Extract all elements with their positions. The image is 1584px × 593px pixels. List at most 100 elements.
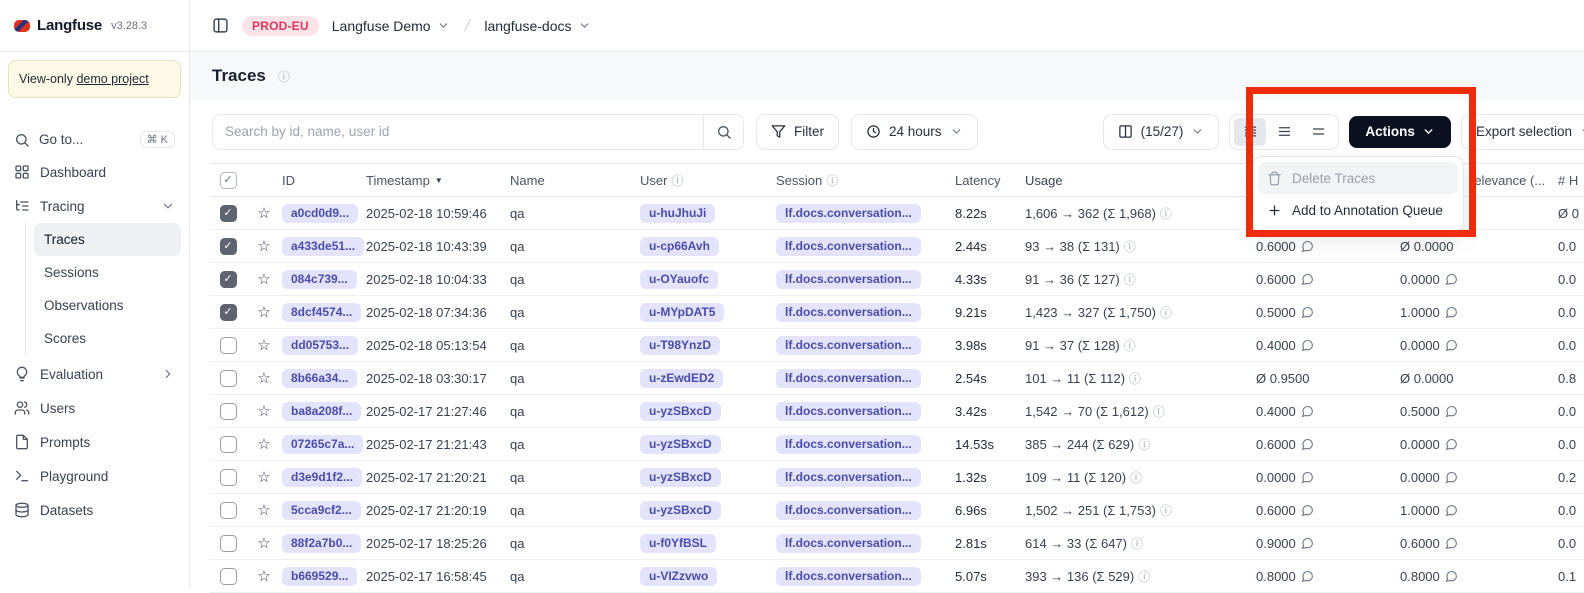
row-height-small-icon[interactable] <box>1234 118 1266 146</box>
table-row[interactable]: ✓ ☆ 084c739... 2025-02-18 10:04:33 qa u-… <box>210 263 1584 296</box>
project-switcher[interactable]: langfuse-docs <box>484 18 590 34</box>
row-height-medium-icon[interactable] <box>1268 118 1300 146</box>
star-icon[interactable]: ☆ <box>246 204 282 222</box>
user-badge[interactable]: u-yzSBxcD <box>640 435 721 454</box>
star-icon[interactable]: ☆ <box>246 336 282 354</box>
trace-id-badge[interactable]: 8dcf4574... <box>282 303 361 322</box>
table-row[interactable]: ✓ ☆ 88f2a7b0... 2025-02-17 18:25:26 qa u… <box>210 527 1584 560</box>
row-checkbox[interactable]: ✓ <box>220 403 237 420</box>
session-badge[interactable]: lf.docs.conversation... <box>776 567 921 586</box>
table-row[interactable]: ✓ ☆ 07265c7a... 2025-02-17 21:21:43 qa u… <box>210 428 1584 461</box>
org-switcher[interactable]: Langfuse Demo <box>332 18 450 34</box>
session-badge[interactable]: lf.docs.conversation... <box>776 468 921 487</box>
row-checkbox[interactable]: ✓ <box>220 337 237 354</box>
trace-id-badge[interactable]: b669529... <box>282 567 357 586</box>
row-checkbox[interactable]: ✓ <box>220 304 237 321</box>
table-row[interactable]: ✓ ☆ ba8a208f... 2025-02-17 21:27:46 qa u… <box>210 395 1584 428</box>
row-checkbox[interactable]: ✓ <box>220 238 237 255</box>
session-badge[interactable]: lf.docs.conversation... <box>776 204 921 223</box>
search-button[interactable] <box>703 115 743 149</box>
table-row[interactable]: ✓ ☆ dd05753... 2025-02-18 05:13:54 qa u-… <box>210 329 1584 362</box>
session-badge[interactable]: lf.docs.conversation... <box>776 501 921 520</box>
row-checkbox[interactable]: ✓ <box>220 370 237 387</box>
goto-search[interactable]: Go to... ⌘ K <box>8 124 181 155</box>
search-input[interactable] <box>213 115 703 149</box>
col-header-id[interactable]: ID <box>282 173 366 188</box>
sidebar-item-evaluation[interactable]: Evaluation <box>8 357 181 391</box>
session-badge[interactable]: lf.docs.conversation... <box>776 237 921 256</box>
session-badge[interactable]: lf.docs.conversation... <box>776 270 921 289</box>
table-row[interactable]: ✓ ☆ 5cca9cf2... 2025-02-17 21:20:19 qa u… <box>210 494 1584 527</box>
sidebar-item-tracing[interactable]: Tracing <box>8 189 181 223</box>
table-row[interactable]: ✓ ☆ b669529... 2025-02-17 16:58:45 qa u-… <box>210 560 1584 593</box>
star-icon[interactable]: ☆ <box>246 237 282 255</box>
col-header-last[interactable]: # H <box>1552 173 1584 188</box>
trace-id-badge[interactable]: dd05753... <box>282 336 358 355</box>
user-badge[interactable]: u-OYauofc <box>640 270 718 289</box>
sidebar-item-traces[interactable]: Traces <box>34 223 181 256</box>
actions-button[interactable]: Actions <box>1349 116 1451 148</box>
table-row[interactable]: ✓ ☆ 8b66a34... 2025-02-18 03:30:17 qa u-… <box>210 362 1584 395</box>
filter-button[interactable]: Filter <box>756 114 839 150</box>
session-badge[interactable]: lf.docs.conversation... <box>776 534 921 553</box>
table-row[interactable]: ✓ ☆ d3e9d1f2... 2025-02-17 21:20:21 qa u… <box>210 461 1584 494</box>
export-selection-button[interactable]: Export selection <box>1461 114 1584 150</box>
col-header-name[interactable]: Name <box>510 173 640 188</box>
sidebar-item-observations[interactable]: Observations <box>34 289 181 322</box>
trace-id-badge[interactable]: a433de51... <box>282 237 364 256</box>
col-header-usage[interactable]: Usage <box>1022 173 1246 188</box>
col-header-latency[interactable]: Latency <box>952 173 1022 188</box>
row-checkbox[interactable]: ✓ <box>220 205 237 222</box>
session-badge[interactable]: lf.docs.conversation... <box>776 435 921 454</box>
trace-id-badge[interactable]: ba8a208f... <box>282 402 361 421</box>
table-row[interactable]: ✓ ☆ 8dcf4574... 2025-02-18 07:34:36 qa u… <box>210 296 1584 329</box>
trace-id-badge[interactable]: 88f2a7b0... <box>282 534 361 553</box>
star-icon[interactable]: ☆ <box>246 402 282 420</box>
user-badge[interactable]: u-cp66Avh <box>640 237 719 256</box>
session-badge[interactable]: lf.docs.conversation... <box>776 402 921 421</box>
session-badge[interactable]: lf.docs.conversation... <box>776 369 921 388</box>
sidebar-item-users[interactable]: Users <box>8 391 181 425</box>
sidebar-item-dashboard[interactable]: Dashboard <box>8 155 181 189</box>
trace-id-badge[interactable]: 5cca9cf2... <box>282 501 361 520</box>
time-range-button[interactable]: 24 hours <box>851 114 978 150</box>
user-badge[interactable]: u-zEwdED2 <box>640 369 723 388</box>
select-all-checkbox[interactable]: ✓ <box>220 172 237 189</box>
sidebar-item-datasets[interactable]: Datasets <box>8 493 181 527</box>
star-icon[interactable]: ☆ <box>246 369 282 387</box>
row-checkbox[interactable]: ✓ <box>220 436 237 453</box>
table-row[interactable]: ✓ ☆ a433de51... 2025-02-18 10:43:39 qa u… <box>210 230 1584 263</box>
trace-id-badge[interactable]: 07265c7a... <box>282 435 363 454</box>
star-icon[interactable]: ☆ <box>246 501 282 519</box>
user-badge[interactable]: u-huJhuJi <box>640 204 715 223</box>
star-icon[interactable]: ☆ <box>246 270 282 288</box>
menu-item-delete-traces[interactable]: Delete Traces <box>1258 162 1458 194</box>
menu-item-add-to-annotation-queue[interactable]: Add to Annotation Queue <box>1258 194 1458 226</box>
row-checkbox[interactable]: ✓ <box>220 502 237 519</box>
panel-toggle-icon[interactable] <box>212 17 229 34</box>
star-icon[interactable]: ☆ <box>246 567 282 585</box>
trace-id-badge[interactable]: d3e9d1f2... <box>282 468 362 487</box>
trace-id-badge[interactable]: a0cd0d9... <box>282 204 358 223</box>
session-badge[interactable]: lf.docs.conversation... <box>776 336 921 355</box>
sidebar-item-sessions[interactable]: Sessions <box>34 256 181 289</box>
col-header-session[interactable]: Sessionⓘ <box>776 172 952 189</box>
user-badge[interactable]: u-T98YnzD <box>640 336 720 355</box>
row-checkbox[interactable]: ✓ <box>220 568 237 585</box>
user-badge[interactable]: u-yzSBxcD <box>640 468 721 487</box>
star-icon[interactable]: ☆ <box>246 468 282 486</box>
col-header-relevance[interactable]: relevance (... <box>1470 173 1552 188</box>
user-badge[interactable]: u-VIZzvwo <box>640 567 717 586</box>
col-header-timestamp[interactable]: Timestamp▼ <box>366 173 510 188</box>
sidebar-item-scores[interactable]: Scores <box>34 322 181 355</box>
trace-id-badge[interactable]: 084c739... <box>282 270 357 289</box>
sidebar-item-playground[interactable]: Playground <box>8 459 181 493</box>
star-icon[interactable]: ☆ <box>246 435 282 453</box>
user-badge[interactable]: u-MYpDAT5 <box>640 303 724 322</box>
star-icon[interactable]: ☆ <box>246 303 282 321</box>
row-checkbox[interactable]: ✓ <box>220 271 237 288</box>
row-checkbox[interactable]: ✓ <box>220 535 237 552</box>
row-height-large-icon[interactable] <box>1302 118 1334 146</box>
row-checkbox[interactable]: ✓ <box>220 469 237 486</box>
sidebar-item-prompts[interactable]: Prompts <box>8 425 181 459</box>
